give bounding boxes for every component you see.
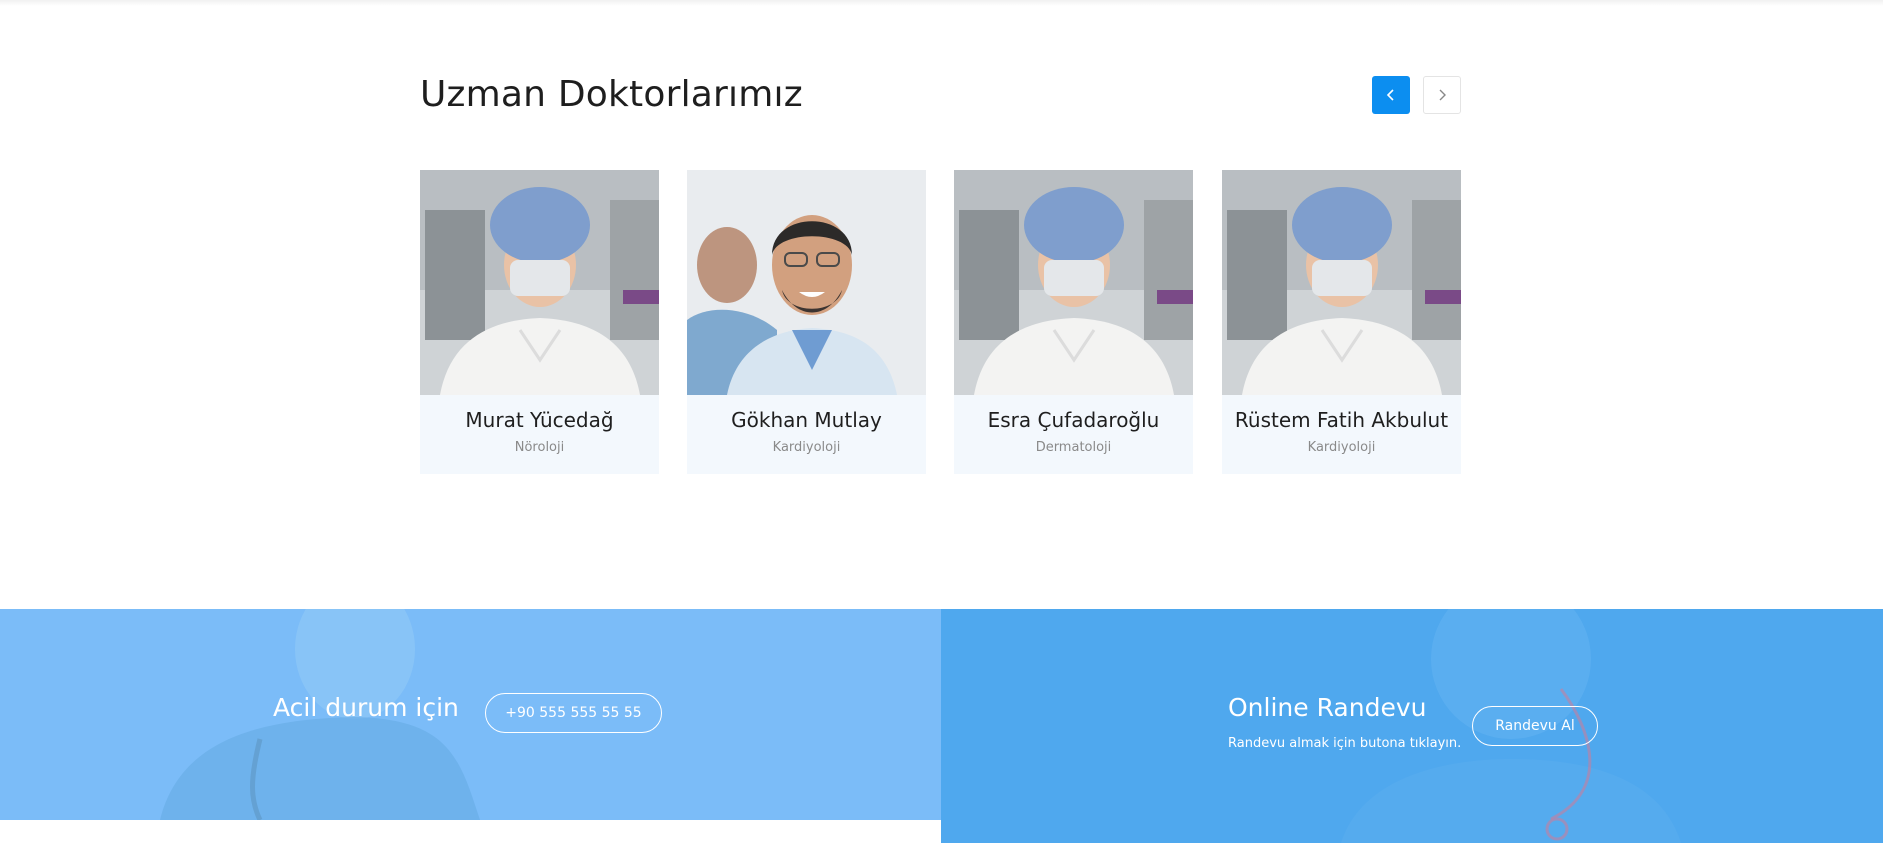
section-title: Uzman Doktorlarımız <box>420 74 803 115</box>
appointment-button[interactable]: Randevu Al <box>1472 706 1598 746</box>
doctor-name: Gökhan Mutlay <box>731 408 882 432</box>
doctor-photo <box>420 170 659 395</box>
doctor-photo <box>687 170 926 395</box>
emergency-band: Acil durum için +90 555 555 55 55 <box>0 609 941 820</box>
carousel-prev-button[interactable] <box>1372 76 1410 114</box>
online-appointment-title: Online Randevu <box>1228 693 1427 722</box>
emergency-title: Acil durum için <box>273 693 459 722</box>
background-doctor-image <box>1341 609 1681 843</box>
chevron-right-icon <box>1439 89 1446 101</box>
top-divider <box>0 0 1883 6</box>
doctor-name: Esra Çufadaroğlu <box>987 408 1160 432</box>
online-appointment-subtitle: Randevu almak için butona tıklayın. <box>1228 736 1462 751</box>
online-appointment-band: Online Randevu Randevu almak için butona… <box>941 609 1883 843</box>
doctor-name: Rüstem Fatih Akbulut <box>1234 408 1449 432</box>
phone-button[interactable]: +90 555 555 55 55 <box>485 693 662 733</box>
doctor-card[interactable]: Murat Yücedağ Nöroloji <box>420 170 659 474</box>
doctor-card[interactable]: Esra Çufadaroğlu Dermatoloji <box>954 170 1193 474</box>
doctor-department: Nöroloji <box>514 440 565 455</box>
background-doctor-image <box>160 609 480 820</box>
doctor-name: Murat Yücedağ <box>465 408 614 432</box>
doctor-photo <box>954 170 1193 395</box>
doctor-photo <box>1222 170 1461 395</box>
doctor-department: Kardiyoloji <box>1307 440 1376 455</box>
doctor-department: Kardiyoloji <box>772 440 841 455</box>
carousel-next-button[interactable] <box>1423 76 1461 114</box>
doctor-card[interactable]: Gökhan Mutlay Kardiyoloji <box>687 170 926 474</box>
chevron-left-icon <box>1386 89 1394 101</box>
doctor-department: Dermatoloji <box>1035 440 1112 455</box>
doctor-card[interactable]: Rüstem Fatih Akbulut Kardiyoloji <box>1222 170 1461 474</box>
